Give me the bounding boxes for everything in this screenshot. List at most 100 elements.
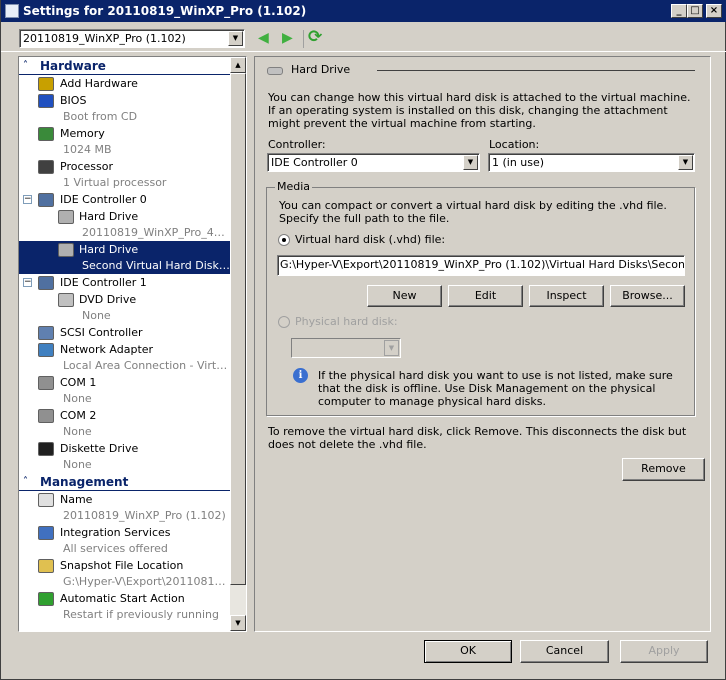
tree-item[interactable]: Hard Drive Second Virtual Hard Disk.vhd	[19, 241, 230, 274]
tree-item[interactable]: Network Adapter Local Area Connection - V…	[19, 341, 230, 374]
chevron-down-icon[interactable]: ▼	[678, 155, 693, 170]
tree-scrollbar[interactable]: ▲ ▼	[230, 57, 246, 631]
media-text: You can compact or convert a virtual har…	[279, 199, 667, 225]
section-header[interactable]: ˄ Management	[19, 473, 230, 491]
chevron-down-icon[interactable]: ▼	[228, 31, 243, 46]
new-button[interactable]: New	[367, 285, 442, 307]
physical-disk-radio[interactable]	[278, 316, 290, 328]
settings-app-icon	[5, 4, 19, 18]
tree-item[interactable]: Snapshot File Location G:\Hyper-V\Export\…	[19, 557, 230, 590]
tree-item[interactable]: Integration Services All services offered	[19, 524, 230, 557]
tree-item-subtitle: 1024 MB	[63, 143, 112, 156]
tree-item-subtitle: G:\Hyper-V\Export\20110819_…	[63, 575, 230, 588]
tree-item-subtitle: Boot from CD	[63, 110, 138, 123]
media-legend: Media	[275, 180, 313, 193]
info-text: If the physical hard disk you want to us…	[318, 369, 673, 408]
tree-item[interactable]: COM 2 None	[19, 407, 230, 440]
close-button[interactable]: ×	[706, 4, 722, 18]
panel-title: Hard Drive	[291, 63, 351, 76]
com-port-icon	[38, 409, 54, 423]
browse-button[interactable]: Browse...	[610, 285, 685, 307]
tree-item[interactable]: COM 1 None	[19, 374, 230, 407]
tree-item-subtitle: All services offered	[63, 542, 168, 555]
tree-item[interactable]: SCSI Controller	[19, 324, 230, 341]
collapse-toggle[interactable]: −	[23, 195, 32, 204]
toolbar-separator	[303, 30, 304, 48]
intro-text: You can change how this virtual hard dis…	[268, 91, 691, 130]
chevron-down-icon[interactable]: ▼	[463, 155, 478, 170]
tree-item-subtitle: None	[63, 392, 92, 405]
bios-icon	[38, 94, 54, 108]
tree-item-subtitle: 1 Virtual processor	[63, 176, 167, 189]
remove-button[interactable]: Remove	[622, 458, 705, 481]
tree-item-title: Hard Drive	[79, 243, 139, 256]
processor-icon	[38, 160, 54, 174]
edit-button[interactable]: Edit	[448, 285, 523, 307]
automatic-start-icon	[38, 592, 54, 606]
minimize-button[interactable]: _	[671, 4, 687, 18]
tree-item-subtitle: Local Area Connection - Virtual …	[63, 359, 230, 372]
section-label: Management	[40, 475, 129, 489]
title-rule	[377, 70, 695, 71]
location-select[interactable]: 1 (in use) ▼	[488, 153, 695, 172]
tree-item[interactable]: Name 20110819_WinXP_Pro (1.102)	[19, 491, 230, 524]
controller-value: IDE Controller 0	[271, 156, 358, 169]
location-value: 1 (in use)	[492, 156, 545, 169]
tree-item[interactable]: − IDE Controller 0	[19, 191, 230, 208]
collapse-chevron-icon[interactable]: ˄	[23, 57, 28, 75]
maximize-button[interactable]: □	[687, 4, 703, 18]
tree-item[interactable]: Memory 1024 MB	[19, 125, 230, 158]
hard-drive-icon	[267, 67, 283, 75]
tree-item-subtitle: Second Virtual Hard Disk.vhd	[82, 259, 230, 272]
network-adapter-icon	[38, 343, 54, 357]
collapse-chevron-icon[interactable]: ˄	[23, 473, 28, 491]
ide-controller-icon	[38, 276, 54, 290]
tree-item-subtitle: None	[63, 425, 92, 438]
inspect-button[interactable]: Inspect	[529, 285, 604, 307]
name-icon	[38, 493, 54, 507]
chevron-down-icon: ▼	[384, 340, 399, 356]
vm-selector[interactable]: 20110819_WinXP_Pro (1.102) ▼	[19, 29, 245, 48]
cancel-button[interactable]: Cancel	[520, 640, 609, 663]
forward-arrow-icon[interactable]: ▶	[282, 30, 293, 46]
tree-item-title: DVD Drive	[79, 293, 137, 306]
tree-item[interactable]: Processor 1 Virtual processor	[19, 158, 230, 191]
apply-button[interactable]: Apply	[620, 640, 708, 663]
tree-item[interactable]: Hard Drive 20110819_WinXP_Pro_47C…	[19, 208, 230, 241]
physical-disk-select[interactable]: ▼	[291, 338, 401, 358]
tree-item-subtitle: 20110819_WinXP_Pro (1.102)	[63, 509, 226, 522]
scroll-down-button[interactable]: ▼	[230, 615, 246, 631]
settings-tree: ˄ Hardware Add Hardware BIOS Boot from CD Mem…	[18, 56, 247, 632]
scroll-up-button[interactable]: ▲	[230, 57, 246, 73]
tree-list: ˄ Hardware Add Hardware BIOS Boot from CD Mem…	[19, 57, 230, 623]
memory-icon	[38, 127, 54, 141]
title-bar: Settings for 20110819_WinXP_Pro (1.102) …	[1, 0, 726, 22]
vm-selector-value: 20110819_WinXP_Pro (1.102)	[23, 32, 186, 45]
scroll-thumb[interactable]	[230, 73, 246, 585]
vhd-radio-label[interactable]: Virtual hard disk (.vhd) file:	[295, 233, 445, 246]
controller-select[interactable]: IDE Controller 0 ▼	[267, 153, 480, 172]
refresh-icon[interactable]: ⟳	[308, 27, 322, 47]
tree-item-subtitle: Restart if previously running	[63, 608, 219, 621]
collapse-toggle[interactable]: −	[23, 278, 32, 287]
location-label: Location:	[489, 138, 540, 151]
remove-text: To remove the virtual hard disk, click R…	[268, 425, 687, 451]
back-arrow-icon[interactable]: ◀	[258, 30, 269, 46]
scsi-controller-icon	[38, 326, 54, 340]
tree-item[interactable]: BIOS Boot from CD	[19, 92, 230, 125]
info-icon: i	[293, 368, 308, 383]
snapshot-folder-icon	[38, 559, 54, 573]
vhd-path-input[interactable]: G:\Hyper-V\Export\20110819_WinXP_Pro (1.…	[277, 255, 685, 276]
ok-button[interactable]: OK	[424, 640, 512, 663]
tree-item[interactable]: DVD Drive None	[19, 291, 230, 324]
diskette-drive-icon	[38, 442, 54, 456]
vhd-radio[interactable]	[278, 234, 290, 246]
tree-item[interactable]: − IDE Controller 1	[19, 274, 230, 291]
tree-item[interactable]: Automatic Start Action Restart if previou…	[19, 590, 230, 623]
window-title: Settings for 20110819_WinXP_Pro (1.102)	[23, 4, 307, 18]
hard-drive-icon	[58, 210, 74, 224]
section-header[interactable]: ˄ Hardware	[19, 57, 230, 75]
tree-item[interactable]: Diskette Drive None	[19, 440, 230, 473]
settings-window: Settings for 20110819_WinXP_Pro (1.102) …	[0, 0, 726, 680]
tree-item[interactable]: Add Hardware	[19, 75, 230, 92]
